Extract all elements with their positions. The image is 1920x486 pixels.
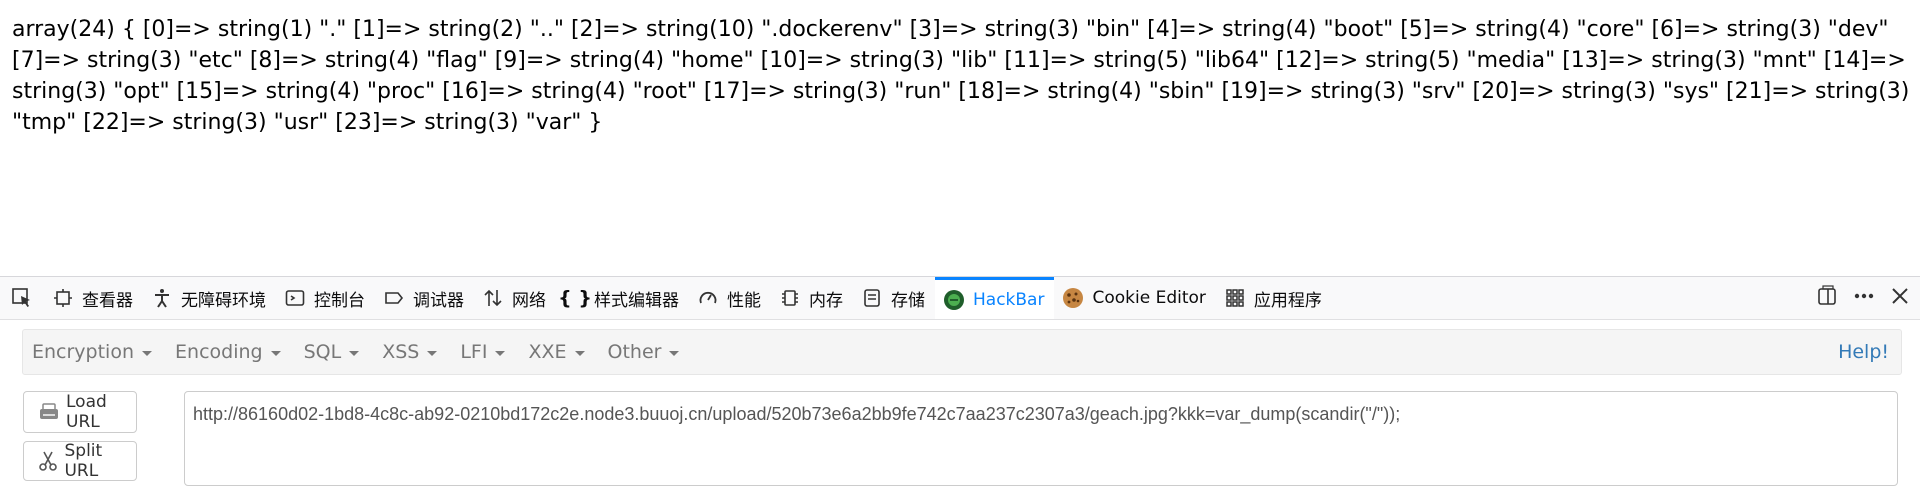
memory-icon [779, 287, 801, 309]
tab-hackbar[interactable]: HackBar [935, 277, 1055, 319]
page-output-text: array(24) { [0]=> string(1) "." [1]=> st… [12, 17, 1910, 135]
caret-down-icon [669, 350, 680, 356]
tab-label: HackBar [973, 289, 1045, 310]
accessibility-icon [151, 287, 173, 309]
tab-accessibility[interactable]: 无障碍环境 [143, 277, 276, 319]
tab-storage[interactable]: 存储 [853, 277, 935, 319]
tab-label: 调试器 [413, 290, 464, 311]
hackbar-menubar: Encryption Encoding SQL XSS LFI XXE Othe… [22, 329, 1902, 375]
devtools-toolbar-controls [1816, 284, 1920, 312]
caret-down-icon [574, 350, 585, 356]
caret-down-icon [427, 350, 438, 356]
tab-label: 控制台 [314, 290, 365, 311]
url-textarea[interactable]: http://86160d02-1bd8-4c8c-ab92-0210bd172… [184, 391, 1898, 486]
tab-label: 网络 [512, 290, 546, 311]
more-options-icon[interactable] [1852, 285, 1876, 312]
network-icon [482, 287, 504, 309]
tab-label: 性能 [727, 290, 761, 311]
tab-label: Cookie Editor [1092, 288, 1206, 308]
tab-network[interactable]: 网络 [474, 277, 556, 319]
load-url-icon [38, 401, 60, 423]
tab-console[interactable]: 控制台 [276, 277, 375, 319]
tab-label: 样式编辑器 [594, 290, 679, 311]
devtools-panel: 查看器 无障碍环境 控制台 调试器 网络 { } 样式编辑器 性能 内存 存储 … [0, 276, 1920, 486]
hackbar-icon [943, 289, 965, 311]
tab-label: 内存 [809, 290, 843, 311]
application-grid-icon [1224, 287, 1246, 309]
tab-style-editor[interactable]: { } 样式编辑器 [556, 277, 689, 319]
caret-down-icon [270, 350, 281, 356]
caret-down-icon [495, 350, 506, 356]
tab-inspector[interactable]: 查看器 [44, 277, 143, 319]
menu-lfi[interactable]: LFI [451, 341, 519, 363]
style-editor-icon: { } [558, 287, 592, 309]
cookie-icon [1062, 287, 1084, 309]
menu-sql[interactable]: SQL [295, 341, 374, 363]
console-icon [284, 287, 306, 309]
menu-encoding[interactable]: Encoding [166, 341, 295, 363]
caret-down-icon [349, 350, 360, 356]
tab-cookie-editor[interactable]: Cookie Editor [1054, 277, 1215, 319]
menu-encryption[interactable]: Encryption [23, 341, 166, 363]
performance-icon [697, 287, 719, 309]
dock-side-icon[interactable] [1816, 284, 1838, 312]
tab-application[interactable]: 应用程序 [1216, 277, 1332, 319]
menu-other[interactable]: Other [599, 341, 694, 363]
menu-xxe[interactable]: XXE [519, 341, 598, 363]
storage-icon [861, 287, 883, 309]
debugger-icon [383, 287, 405, 309]
menu-xss[interactable]: XSS [373, 341, 451, 363]
tab-debugger[interactable]: 调试器 [375, 277, 474, 319]
help-link[interactable]: Help! [1838, 341, 1889, 363]
tab-label: 查看器 [82, 290, 133, 311]
split-url-button[interactable]: Split URL [23, 441, 137, 481]
tab-label: 应用程序 [1253, 290, 1322, 311]
tab-memory[interactable]: 内存 [771, 277, 853, 319]
scissors-icon [38, 450, 58, 472]
load-url-button[interactable]: Load URL [23, 391, 137, 433]
element-picker-icon[interactable] [0, 277, 44, 319]
inspector-icon [52, 287, 74, 309]
tab-label: 存储 [891, 290, 925, 311]
caret-down-icon [142, 350, 153, 356]
tab-label: 无障碍环境 [181, 290, 266, 311]
tab-performance[interactable]: 性能 [689, 277, 771, 319]
close-icon[interactable] [1890, 286, 1910, 311]
devtools-toolbar: 查看器 无障碍环境 控制台 调试器 网络 { } 样式编辑器 性能 内存 存储 … [0, 277, 1920, 320]
